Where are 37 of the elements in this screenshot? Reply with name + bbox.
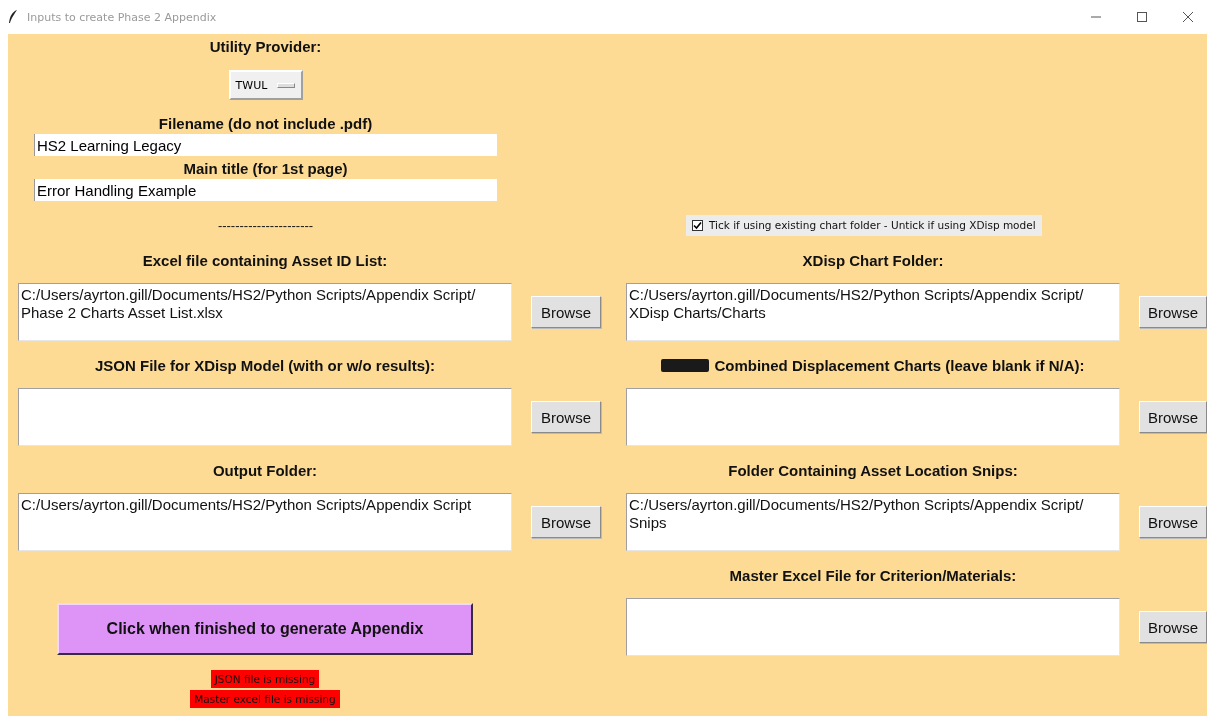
checkmark-icon xyxy=(693,220,702,230)
separator-text: ---------------------- xyxy=(217,217,314,233)
filename-label: Filename (do not include .pdf) xyxy=(158,114,373,134)
chart-folder-checkbox[interactable]: Tick if using existing chart folder - Untick if using XDisp model xyxy=(686,214,1042,236)
feather-icon xyxy=(8,10,18,24)
maximize-icon[interactable] xyxy=(1136,11,1148,23)
browse-button[interactable]: Browse xyxy=(1139,401,1207,433)
browse-button[interactable]: Browse xyxy=(531,296,601,328)
filename-field[interactable]: HS2 Learning Legacy xyxy=(34,134,497,156)
field-label: Excel file containing Asset ID List: xyxy=(142,251,388,269)
path-field[interactable] xyxy=(18,388,512,446)
field-label: Output Folder: xyxy=(212,461,318,479)
close-icon[interactable] xyxy=(1182,11,1194,23)
browse-button[interactable]: Browse xyxy=(1139,296,1207,328)
utility-provider-label: Utility Provider: xyxy=(209,37,322,57)
field-label: XDisp Chart Folder: xyxy=(802,251,944,269)
path-field[interactable] xyxy=(626,598,1120,656)
error-message: Master excel file is missing xyxy=(190,690,340,708)
path-field[interactable] xyxy=(626,388,1120,446)
generate-button[interactable]: Click when finished to generate Appendix xyxy=(57,603,473,655)
browse-button[interactable]: Browse xyxy=(1139,506,1207,538)
path-field[interactable]: C:/Users/ayrton.gill/Documents/HS2/Python Scripts/Appendix Script xyxy=(18,493,512,551)
field-label: Combined Displacement Charts (leave blank if N/A): xyxy=(714,356,1085,374)
provider-menu-button[interactable]: TWUL xyxy=(228,70,303,100)
field-label: Master Excel File for Criterion/Materials: xyxy=(729,566,1017,584)
path-field[interactable]: C:/Users/ayrton.gill/Documents/HS2/Python Scripts/Appendix Script/Snips xyxy=(626,493,1120,551)
field-label: JSON File for XDisp Model (with or w/o results): xyxy=(95,356,435,374)
path-field[interactable]: C:/Users/ayrton.gill/Documents/HS2/Python Scripts/Appendix Script/Phase 2 Charts Asset List.xlsx xyxy=(18,283,512,341)
browse-button[interactable]: Browse xyxy=(1139,611,1207,643)
path-field[interactable]: C:/Users/ayrton.gill/Documents/HS2/Python Scripts/Appendix Script/XDisp Charts/Charts xyxy=(626,283,1120,341)
browse-button[interactable]: Browse xyxy=(531,506,601,538)
window-title: Inputs to create Phase 2 Appendix xyxy=(27,10,217,24)
main-title-label: Main title (for 1st page) xyxy=(183,159,348,179)
field-label: Folder Containing Asset Location Snips: xyxy=(728,461,1018,479)
browse-button[interactable]: Browse xyxy=(531,401,601,433)
error-message: JSON file is missing xyxy=(210,670,320,688)
main-title-field[interactable]: Error Handling Example xyxy=(34,179,497,201)
